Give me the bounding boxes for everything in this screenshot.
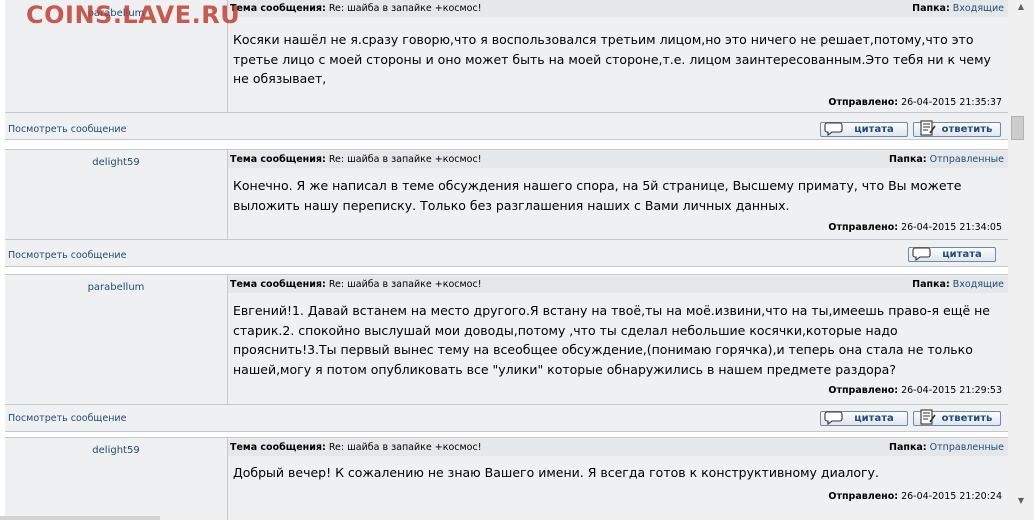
message-body: Добрый вечер! К сожалению не знаю Вашего… <box>233 465 879 480</box>
quote-button[interactable]: цитата <box>908 247 996 262</box>
sent-key: Отправлено: <box>828 97 899 108</box>
view-message-link[interactable]: Посмотреть сообщение <box>8 250 126 261</box>
sent-key: Отправлено: <box>828 385 899 396</box>
subject-key: Тема сообщения: <box>230 154 326 165</box>
message-actions: Посмотреть сообщение цитата ответить <box>5 405 1008 432</box>
message-author[interactable]: parabellum <box>5 282 227 293</box>
message-body: Косяки нашёл не я.сразу говорю,что я вос… <box>233 32 991 86</box>
folder-key: Папка: <box>889 442 927 453</box>
quote-button-label: цитата <box>854 124 894 135</box>
reply-button[interactable]: ответить <box>913 120 1001 137</box>
message-sent: Отправлено: 26-04-2015 21:34:05 <box>828 222 1002 233</box>
folder-key: Папка: <box>912 3 950 14</box>
sent-timestamp: 26-04-2015 21:29:53 <box>901 385 1002 396</box>
sent-key: Отправлено: <box>828 491 899 502</box>
quote-icon <box>824 411 843 425</box>
folder-link[interactable]: Входящие <box>953 279 1004 290</box>
message-actions: Посмотреть сообщение цитата <box>5 240 1008 267</box>
horizontal-edge <box>0 516 160 520</box>
message-body: Евгений!1. Давай встанем на место другог… <box>233 303 990 377</box>
message-subject: Re: шайба в запайке +космос! <box>328 3 482 14</box>
message-subject-bar: Тема сообщения: Re: шайба в запайке +кос… <box>228 0 1008 17</box>
quote-icon <box>912 247 931 261</box>
message-subject: Re: шайба в запайке +космос! <box>328 154 482 165</box>
sent-timestamp: 26-04-2015 21:34:05 <box>901 222 1002 233</box>
vertical-scrollbar[interactable]: ▲ ▼ <box>1008 0 1034 520</box>
sent-timestamp: 26-04-2015 21:35:37 <box>901 97 1002 108</box>
quote-button-label: цитата <box>854 413 894 424</box>
sent-timestamp: 26-04-2015 21:20:24 <box>901 491 1002 502</box>
subject-key: Тема сообщения: <box>230 279 326 290</box>
message-author[interactable]: delight59 <box>5 157 227 168</box>
subject-key: Тема сообщения: <box>230 3 326 14</box>
folder-link[interactable]: Входящие <box>953 3 1004 14</box>
message-sent: Отправлено: 26-04-2015 21:29:53 <box>828 385 1002 396</box>
message-subject: Re: шайба в запайке +космос! <box>328 279 482 290</box>
message-folder: Папка: Отправленные <box>889 439 1004 456</box>
site-watermark: COINS.LAVE.RU <box>26 1 241 29</box>
message-subject-bar: Тема сообщения: Re: шайба в запайке +кос… <box>228 276 1008 293</box>
message-card: parabellum Тема сообщения: Re: шайба в з… <box>5 274 1008 405</box>
sent-key: Отправлено: <box>828 222 899 233</box>
scroll-down-icon[interactable]: ▼ <box>1015 496 1027 506</box>
message-subject: Re: шайба в запайке +космос! <box>328 442 482 453</box>
message-subject-bar: Тема сообщения: Re: шайба в запайке +кос… <box>228 151 1008 168</box>
reply-button-label: ответить <box>941 413 993 424</box>
quote-icon <box>824 122 843 136</box>
quote-button[interactable]: цитата <box>820 411 908 426</box>
message-subject-bar: Тема сообщения: Re: шайба в запайке +кос… <box>228 439 1008 456</box>
message-body: Конечно. Я же написал в теме обсуждения … <box>233 178 962 213</box>
reply-button[interactable]: ответить <box>913 409 1001 426</box>
reply-icon <box>920 409 936 425</box>
messages-viewport: parabellum Тема сообщения: Re: шайба в з… <box>0 0 1008 520</box>
quote-button-label: цитата <box>942 249 982 260</box>
message-folder: Папка: Входящие <box>912 0 1004 17</box>
folder-link[interactable]: Отправленные <box>930 442 1004 453</box>
scrollbar-thumb[interactable] <box>1011 116 1024 140</box>
folder-key: Папка: <box>889 154 927 165</box>
view-message-link[interactable]: Посмотреть сообщение <box>8 124 126 135</box>
quote-button[interactable]: цитата <box>820 122 908 137</box>
scroll-up-icon[interactable]: ▲ <box>1015 2 1027 12</box>
view-message-link[interactable]: Посмотреть сообщение <box>8 413 126 424</box>
message-actions: Посмотреть сообщение цитата ответить <box>5 113 1008 140</box>
message-folder: Папка: Входящие <box>912 276 1004 293</box>
message-sent: Отправлено: 26-04-2015 21:20:24 <box>828 491 1002 502</box>
message-author[interactable]: delight59 <box>5 445 227 456</box>
reply-icon <box>920 120 936 136</box>
subject-key: Тема сообщения: <box>230 442 326 453</box>
folder-key: Папка: <box>912 279 950 290</box>
reply-button-label: ответить <box>941 124 993 135</box>
message-card: delight59 Тема сообщения: Re: шайба в за… <box>5 437 1008 520</box>
folder-link[interactable]: Отправленные <box>930 154 1004 165</box>
message-card: delight59 Тема сообщения: Re: шайба в за… <box>5 149 1008 240</box>
message-sent: Отправлено: 26-04-2015 21:35:37 <box>828 97 1002 108</box>
message-folder: Папка: Отправленные <box>889 151 1004 168</box>
